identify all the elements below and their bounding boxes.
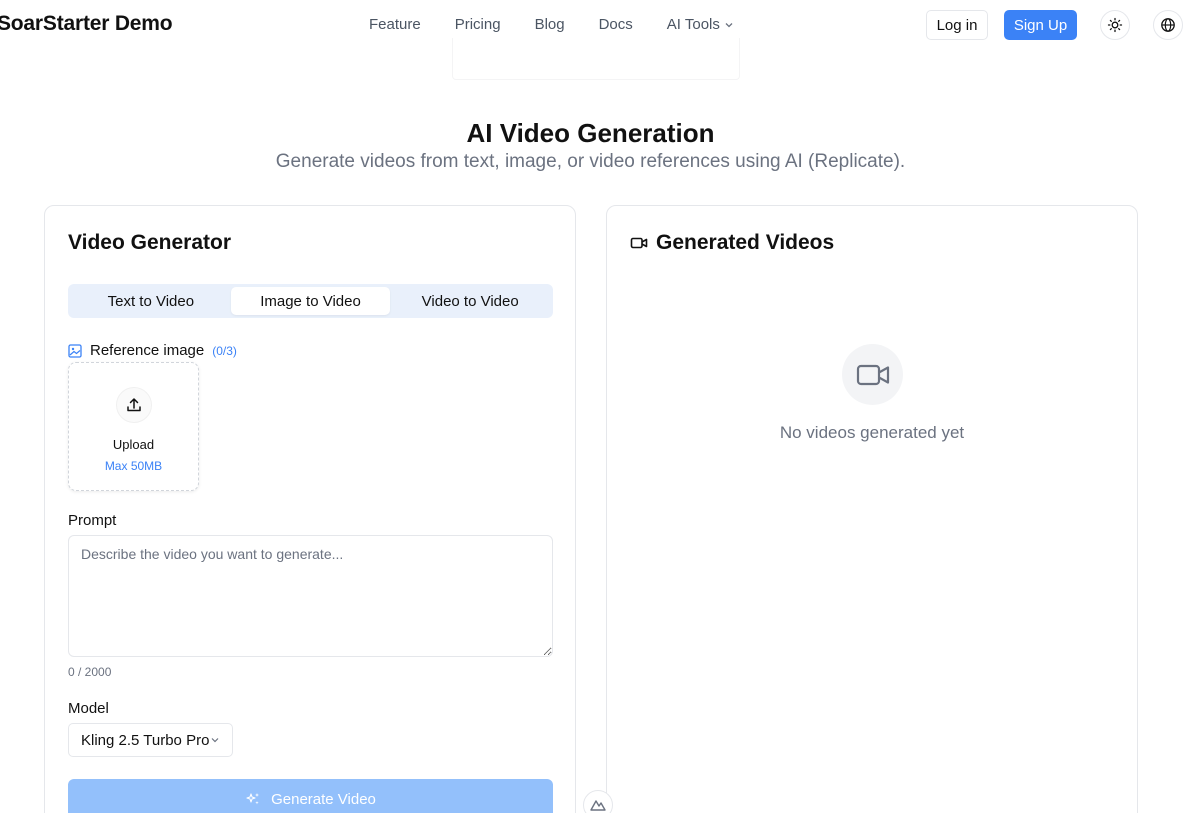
- page-subtitle: Generate videos from text, image, or vid…: [275, 151, 906, 172]
- reference-count: (0/3): [212, 343, 237, 358]
- reference-image-text: Reference image: [90, 342, 205, 359]
- empty-state-icon-wrap: [842, 344, 903, 405]
- video-camera-icon: [630, 237, 648, 249]
- prompt-label: Prompt: [68, 512, 117, 529]
- generator-title: Video Generator: [68, 231, 231, 254]
- generate-video-button[interactable]: Generate Video: [68, 779, 553, 813]
- mode-tabs: Text to Video Image to Video Video to Vi…: [68, 284, 553, 318]
- video-camera-icon: [856, 364, 889, 385]
- tab-image-to-video[interactable]: Image to Video: [230, 287, 391, 315]
- nav-item-feature[interactable]: Feature: [369, 16, 421, 33]
- model-selected-value: Kling 2.5 Turbo Pro: [81, 731, 210, 749]
- signup-button[interactable]: Sign Up: [1004, 10, 1077, 40]
- reference-image-label: Reference image (0/3): [68, 342, 237, 359]
- upload-icon: [127, 398, 141, 412]
- upload-label: Upload: [112, 437, 155, 452]
- chevron-down-icon: [211, 738, 219, 743]
- empty-state-text: No videos generated yet: [779, 423, 965, 442]
- tab-video-to-video[interactable]: Video to Video: [390, 287, 550, 315]
- brand-logo-text[interactable]: SoarStarter Demo: [0, 12, 173, 36]
- generated-videos-card: Generated Videos No videos generated yet: [606, 205, 1138, 813]
- globe-icon: [1161, 18, 1175, 32]
- prompt-char-count: 0 / 2000: [68, 665, 112, 679]
- nav-item-pricing[interactable]: Pricing: [455, 16, 501, 33]
- image-icon: [68, 343, 82, 358]
- nuxt-devtools-button[interactable]: [583, 790, 613, 813]
- upload-max-size: Max 50MB: [104, 459, 163, 473]
- chevron-down-icon: [725, 22, 733, 27]
- nav-item-blog[interactable]: Blog: [535, 16, 565, 33]
- login-button[interactable]: Log in: [926, 10, 988, 40]
- ghost-banner: [452, 38, 740, 80]
- tab-text-to-video[interactable]: Text to Video: [71, 287, 231, 315]
- theme-toggle-button[interactable]: [1100, 10, 1130, 40]
- upload-icon-wrap: [116, 387, 152, 423]
- video-generator-card: Video Generator Text to Video Image to V…: [44, 205, 576, 813]
- language-button[interactable]: [1153, 10, 1183, 40]
- prompt-input[interactable]: [68, 535, 553, 657]
- sparkles-icon: [246, 793, 260, 805]
- sun-icon: [1107, 17, 1123, 33]
- mountain-logo-icon: [590, 800, 606, 811]
- upload-dropzone[interactable]: Upload Max 50MB: [68, 362, 199, 491]
- model-label: Model: [68, 700, 109, 717]
- model-select[interactable]: Kling 2.5 Turbo Pro: [68, 723, 233, 757]
- generate-video-label: Generate Video: [271, 790, 376, 808]
- results-title-text: Generated Videos: [656, 231, 835, 254]
- results-title: Generated Videos: [630, 231, 834, 255]
- nav-item-ai-tools[interactable]: AI Tools: [667, 16, 734, 33]
- nav-item-docs[interactable]: Docs: [599, 16, 633, 33]
- page-title: AI Video Generation: [466, 118, 715, 148]
- main-nav: Feature Pricing Blog Docs AI Tools: [369, 16, 734, 33]
